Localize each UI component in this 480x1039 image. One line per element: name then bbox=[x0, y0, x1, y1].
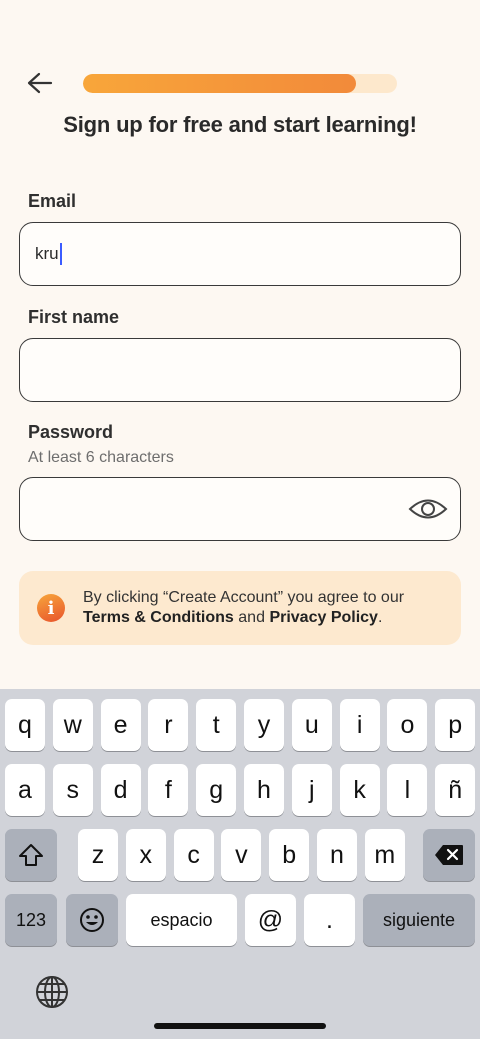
key-n[interactable]: n bbox=[317, 829, 357, 881]
arrow-left-icon bbox=[27, 72, 53, 94]
key-ñ[interactable]: ñ bbox=[435, 764, 476, 816]
globe-icon bbox=[36, 976, 68, 1008]
globe-key[interactable] bbox=[35, 975, 69, 1014]
key-q[interactable]: q bbox=[5, 699, 45, 751]
shift-icon bbox=[19, 844, 43, 866]
page-title: Sign up for free and start learning! bbox=[63, 112, 417, 137]
key-l[interactable]: l bbox=[387, 764, 428, 816]
key-k[interactable]: k bbox=[339, 764, 380, 816]
email-value: kru bbox=[35, 244, 59, 263]
notice-and: and bbox=[238, 609, 265, 626]
text-caret bbox=[59, 243, 62, 265]
space-key[interactable]: espacio bbox=[126, 894, 237, 946]
progress-bar bbox=[83, 74, 397, 93]
key-a[interactable]: a bbox=[5, 764, 45, 816]
back-button[interactable] bbox=[22, 66, 58, 100]
key-o[interactable]: o bbox=[387, 699, 428, 751]
key-i[interactable]: i bbox=[339, 699, 380, 751]
key-g[interactable]: g bbox=[196, 764, 237, 816]
key-h[interactable]: h bbox=[244, 764, 284, 816]
email-field[interactable]: kru bbox=[19, 222, 461, 286]
home-indicator bbox=[154, 1023, 326, 1029]
terms-link[interactable]: Terms & Conditions bbox=[83, 609, 234, 626]
info-icon: i bbox=[37, 594, 65, 622]
show-password-toggle[interactable] bbox=[408, 494, 448, 529]
terms-notice: i By clicking “Create Account” you agree… bbox=[19, 571, 461, 645]
first-name-field[interactable] bbox=[19, 338, 461, 402]
at-key[interactable]: @ bbox=[245, 894, 296, 946]
key-m[interactable]: m bbox=[364, 829, 405, 881]
key-y[interactable]: y bbox=[244, 699, 284, 751]
key-w[interactable]: w bbox=[52, 699, 93, 751]
shift-key[interactable] bbox=[5, 829, 57, 881]
notice-prefix: By clicking “Create Account” you agree t… bbox=[83, 589, 405, 606]
key-b[interactable]: b bbox=[269, 829, 310, 881]
numbers-key[interactable]: 123 bbox=[5, 894, 57, 946]
emoji-icon bbox=[80, 908, 104, 932]
key-s[interactable]: s bbox=[52, 764, 93, 816]
keyboard: qwertyuiop asdfghjklñ zxcvbnm 123 espaci… bbox=[0, 689, 480, 1039]
emoji-key[interactable] bbox=[66, 894, 118, 946]
password-hint: At least 6 characters bbox=[28, 449, 174, 466]
notice-suffix: . bbox=[377, 609, 383, 626]
terms-notice-text: By clicking “Create Account” you agree t… bbox=[83, 588, 404, 628]
return-key[interactable]: siguiente bbox=[363, 894, 475, 946]
key-p[interactable]: p bbox=[435, 699, 476, 751]
backspace-key[interactable] bbox=[423, 829, 475, 881]
progress-fill bbox=[83, 74, 357, 93]
key-z[interactable]: z bbox=[78, 829, 118, 881]
key-j[interactable]: j bbox=[291, 764, 332, 816]
key-t[interactable]: t bbox=[196, 699, 237, 751]
password-field[interactable] bbox=[19, 477, 461, 541]
key-c[interactable]: c bbox=[173, 829, 214, 881]
dot-key[interactable]: . bbox=[304, 894, 355, 946]
email-label: Email bbox=[28, 191, 77, 211]
key-f[interactable]: f bbox=[148, 764, 189, 816]
password-label: Password bbox=[28, 422, 114, 442]
key-x[interactable]: x bbox=[125, 829, 166, 881]
key-u[interactable]: u bbox=[291, 699, 332, 751]
eye-icon bbox=[408, 499, 448, 519]
key-r[interactable]: r bbox=[148, 699, 189, 751]
key-d[interactable]: d bbox=[100, 764, 141, 816]
backspace-icon bbox=[435, 845, 463, 865]
key-v[interactable]: v bbox=[221, 829, 262, 881]
privacy-link[interactable]: Privacy Policy bbox=[269, 609, 378, 626]
key-e[interactable]: e bbox=[100, 699, 141, 751]
first-name-label: First name bbox=[28, 307, 120, 327]
